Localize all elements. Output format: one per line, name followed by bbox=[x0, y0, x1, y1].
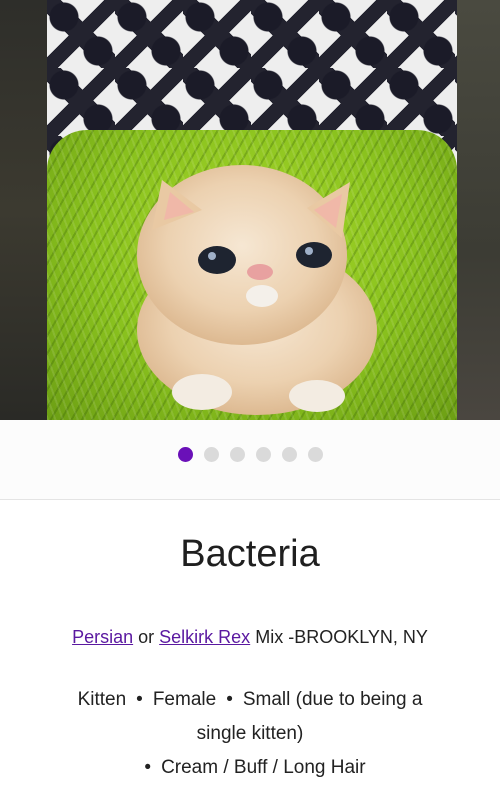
breed-location-line: Persian or Selkirk Rex Mix -BROOKLYN, NY bbox=[0, 627, 500, 648]
breed-suffix: Mix bbox=[255, 627, 284, 647]
pager-dot-3[interactable] bbox=[229, 447, 245, 462]
next-photo-peek[interactable] bbox=[457, 0, 500, 420]
previous-photo-peek[interactable] bbox=[0, 0, 47, 420]
pager-dot-4[interactable] bbox=[255, 447, 271, 462]
breed-link-selkirk-rex[interactable]: Selkirk Rex bbox=[159, 627, 250, 647]
pager-dot-2[interactable] bbox=[203, 447, 219, 462]
pet-age: Kitten bbox=[77, 689, 127, 710]
pager-dot-1[interactable] bbox=[177, 447, 193, 462]
pet-photo[interactable] bbox=[47, 0, 457, 420]
bullet-separator: • bbox=[144, 757, 152, 778]
pet-location: -BROOKLYN, NY bbox=[288, 627, 428, 647]
pager-dot-6[interactable] bbox=[307, 447, 323, 462]
photo-pager bbox=[0, 420, 500, 500]
pet-name: Bacteria bbox=[180, 533, 320, 575]
pet-sex: Female bbox=[152, 689, 217, 710]
pet-size-continued: single kitten) bbox=[196, 723, 304, 744]
breed-link-persian[interactable]: Persian bbox=[72, 627, 133, 647]
photo-carousel[interactable] bbox=[0, 0, 500, 420]
bullet-separator: • bbox=[136, 689, 143, 710]
pet-info-panel: Bacteria Persian or Selkirk Rex Mix -BRO… bbox=[0, 501, 500, 800]
pet-size: Small (due to being a bbox=[242, 689, 423, 710]
breed-connector: or bbox=[138, 627, 155, 647]
pet-coat: Cream / Buff / Long Hair bbox=[161, 757, 366, 778]
bullet-separator: • bbox=[226, 689, 233, 710]
pager-dot-5[interactable] bbox=[281, 447, 297, 462]
kitten-image bbox=[137, 165, 377, 415]
pet-traits: Kitten • Female • Small (due to being a sing… bbox=[30, 683, 470, 785]
